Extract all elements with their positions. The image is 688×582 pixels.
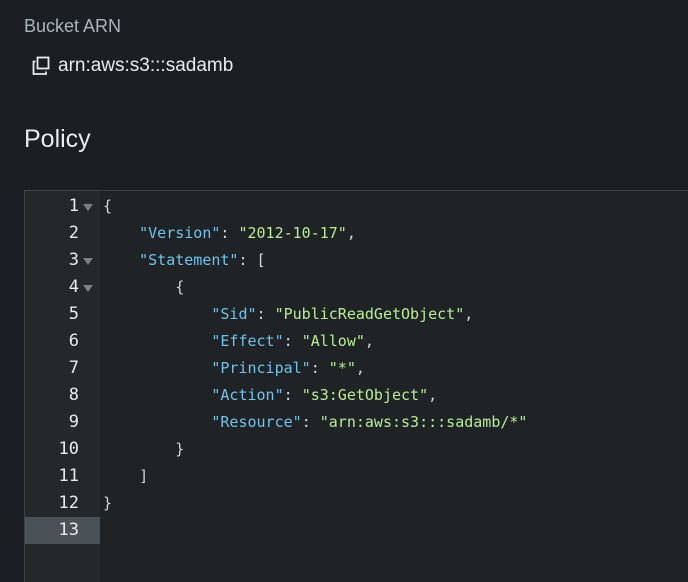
fold-arrow-icon[interactable] xyxy=(83,258,93,265)
code-line[interactable]: "Statement": [ xyxy=(103,247,265,274)
line-number-text: 12 xyxy=(58,493,79,513)
code-line[interactable]: "Sid": "PublicReadGetObject", xyxy=(103,301,473,328)
line-number: 10 xyxy=(25,436,100,463)
code-line[interactable]: ] xyxy=(103,463,148,490)
code-line[interactable]: "Action": "s3:GetObject", xyxy=(103,382,437,409)
line-number-text: 2 xyxy=(68,223,79,243)
line-number-text: 10 xyxy=(58,439,79,459)
code-line[interactable]: "Resource": "arn:aws:s3:::sadamb/*" xyxy=(103,409,527,436)
code-line[interactable]: "Effect": "Allow", xyxy=(103,328,374,355)
line-number: 13 xyxy=(25,517,100,544)
line-number-text: 7 xyxy=(68,358,79,378)
line-number-text: 9 xyxy=(68,412,79,432)
fold-arrow-icon[interactable] xyxy=(83,204,93,211)
code-line[interactable]: "Version": "2012-10-17", xyxy=(103,220,356,247)
line-number-text: 8 xyxy=(68,385,79,405)
line-number: 1 xyxy=(25,193,100,220)
line-number: 4 xyxy=(25,274,100,301)
line-number-text: 6 xyxy=(68,331,79,351)
code-line[interactable]: "Principal": "*", xyxy=(103,355,365,382)
line-number: 7 xyxy=(25,355,100,382)
code-line[interactable]: } xyxy=(103,490,112,517)
code-line[interactable]: { xyxy=(103,274,184,301)
code-line[interactable]: } xyxy=(103,436,184,463)
bucket-arn-label: Bucket ARN xyxy=(24,16,122,36)
editor-gutter: 1 2 3 4 5 6 7 8 9 10 11 12 13 xyxy=(25,191,100,582)
policy-title: Policy xyxy=(24,125,91,153)
bucket-arn-value: arn:aws:s3:::sadamb xyxy=(58,55,234,76)
line-number-text: 4 xyxy=(68,277,79,297)
line-number-text: 13 xyxy=(58,520,79,540)
line-number: 12 xyxy=(25,490,100,517)
bucket-arn-row: arn:aws:s3:::sadamb xyxy=(31,54,233,78)
policy-editor[interactable]: 1 2 3 4 5 6 7 8 9 10 11 12 13 { "Version": "2012-10-… xyxy=(24,190,688,582)
line-number: 2 xyxy=(25,220,100,247)
line-number: 5 xyxy=(25,301,100,328)
line-number: 11 xyxy=(25,463,100,490)
line-number: 8 xyxy=(25,382,100,409)
line-number-text: 1 xyxy=(68,196,79,216)
line-number: 3 xyxy=(25,247,100,274)
copy-icon[interactable] xyxy=(31,56,51,76)
bucket-policy-page: Bucket ARN arn:aws:s3:::sadamb Policy 12… xyxy=(0,0,688,582)
line-number-text: 11 xyxy=(58,466,79,486)
line-number-text: 3 xyxy=(68,250,79,270)
line-number: 6 xyxy=(25,328,100,355)
code-line[interactable]: { xyxy=(103,193,112,220)
line-number: 9 xyxy=(25,409,100,436)
line-number-text: 5 xyxy=(68,304,79,324)
fold-arrow-icon[interactable] xyxy=(83,285,93,292)
